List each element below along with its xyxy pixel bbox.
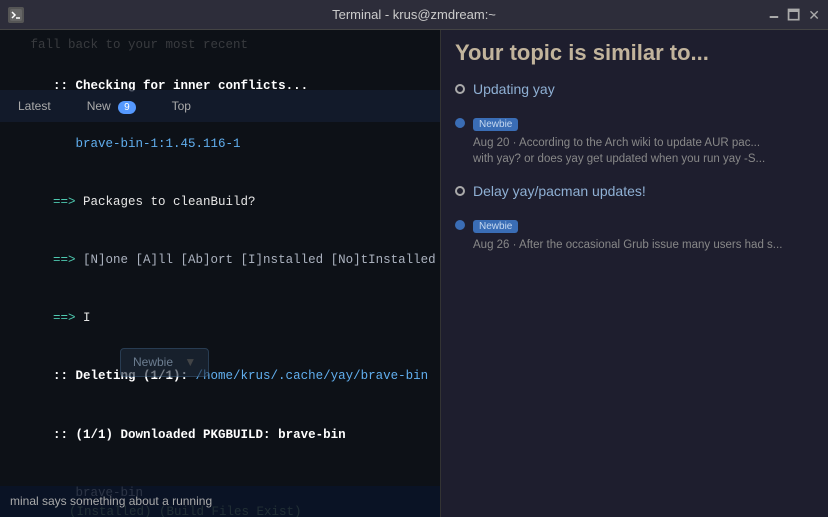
newbie-badge-2: Newbie (473, 220, 518, 233)
main-container: fall back to your most recent :: Checkin… (0, 30, 828, 517)
sidebar-item-meta-2: Aug 20 · According to the Arch wiki to u… (473, 135, 765, 168)
line-opts1: ==> [N]one [A]ll [Ab]ort [I]nstalled [No… (8, 232, 432, 290)
titlebar: Terminal - krus@zmdream:~ 🗕 🗖 ✕ (0, 0, 828, 30)
sidebar-panel: Your topic is similar to... Updating yay… (440, 30, 828, 517)
sidebar-item-title-3: Delay yay/pacman updates! (473, 182, 646, 202)
terminal-panel[interactable]: fall back to your most recent :: Checkin… (0, 30, 440, 517)
newbie-dropdown: Newbie ▼ (120, 348, 209, 377)
titlebar-title: Terminal - krus@zmdream:~ (332, 7, 496, 22)
tab-latest[interactable]: Latest (0, 93, 69, 120)
line-pkg: brave-bin-1:1.45.116-1 (8, 116, 432, 174)
sidebar-title: Your topic is similar to... (455, 40, 814, 66)
sidebar-item-1[interactable]: Updating yay (455, 80, 814, 100)
maximize-button[interactable]: 🗖 (787, 8, 800, 22)
line-packages: ==> Packages to cleanBuild? (8, 174, 432, 232)
bottom-bar: minal says something about a running (0, 486, 440, 517)
line-input1: ==> I (8, 290, 432, 348)
sidebar-item-3[interactable]: Delay yay/pacman updates! (455, 182, 814, 202)
sidebar-item-meta-4: Aug 26 · After the occasional Grub issue… (473, 237, 782, 254)
dot-outline-2 (455, 186, 465, 196)
titlebar-left (8, 7, 24, 23)
sidebar-item-2[interactable]: Newbie Aug 20 · According to the Arch wi… (455, 114, 814, 168)
close-button[interactable]: ✕ (808, 8, 820, 22)
minimize-button[interactable]: 🗕 (769, 8, 779, 22)
terminal-icon (8, 7, 24, 23)
sidebar-item-4[interactable]: Newbie Aug 26 · After the occasional Gru… (455, 216, 814, 254)
line-deleting: :: Deleting (1/1): /home/krus/.cache/yay… (8, 348, 432, 406)
dot-filled-1 (455, 118, 465, 128)
tab-new[interactable]: New 9 (69, 93, 154, 120)
line-downloaded: :: (1/1) Downloaded PKGBUILD: brave-bin (8, 406, 432, 464)
tab-top[interactable]: Top (154, 93, 209, 120)
newbie-badge-1: Newbie (473, 118, 518, 131)
dot-filled-2 (455, 220, 465, 230)
new-badge: 9 (118, 101, 136, 114)
sidebar-item-title-1: Updating yay (473, 80, 555, 100)
overlay-tabs: Latest New 9 Top (0, 90, 440, 122)
dot-outline-1 (455, 84, 465, 94)
titlebar-controls: 🗕 🗖 ✕ (769, 8, 820, 22)
